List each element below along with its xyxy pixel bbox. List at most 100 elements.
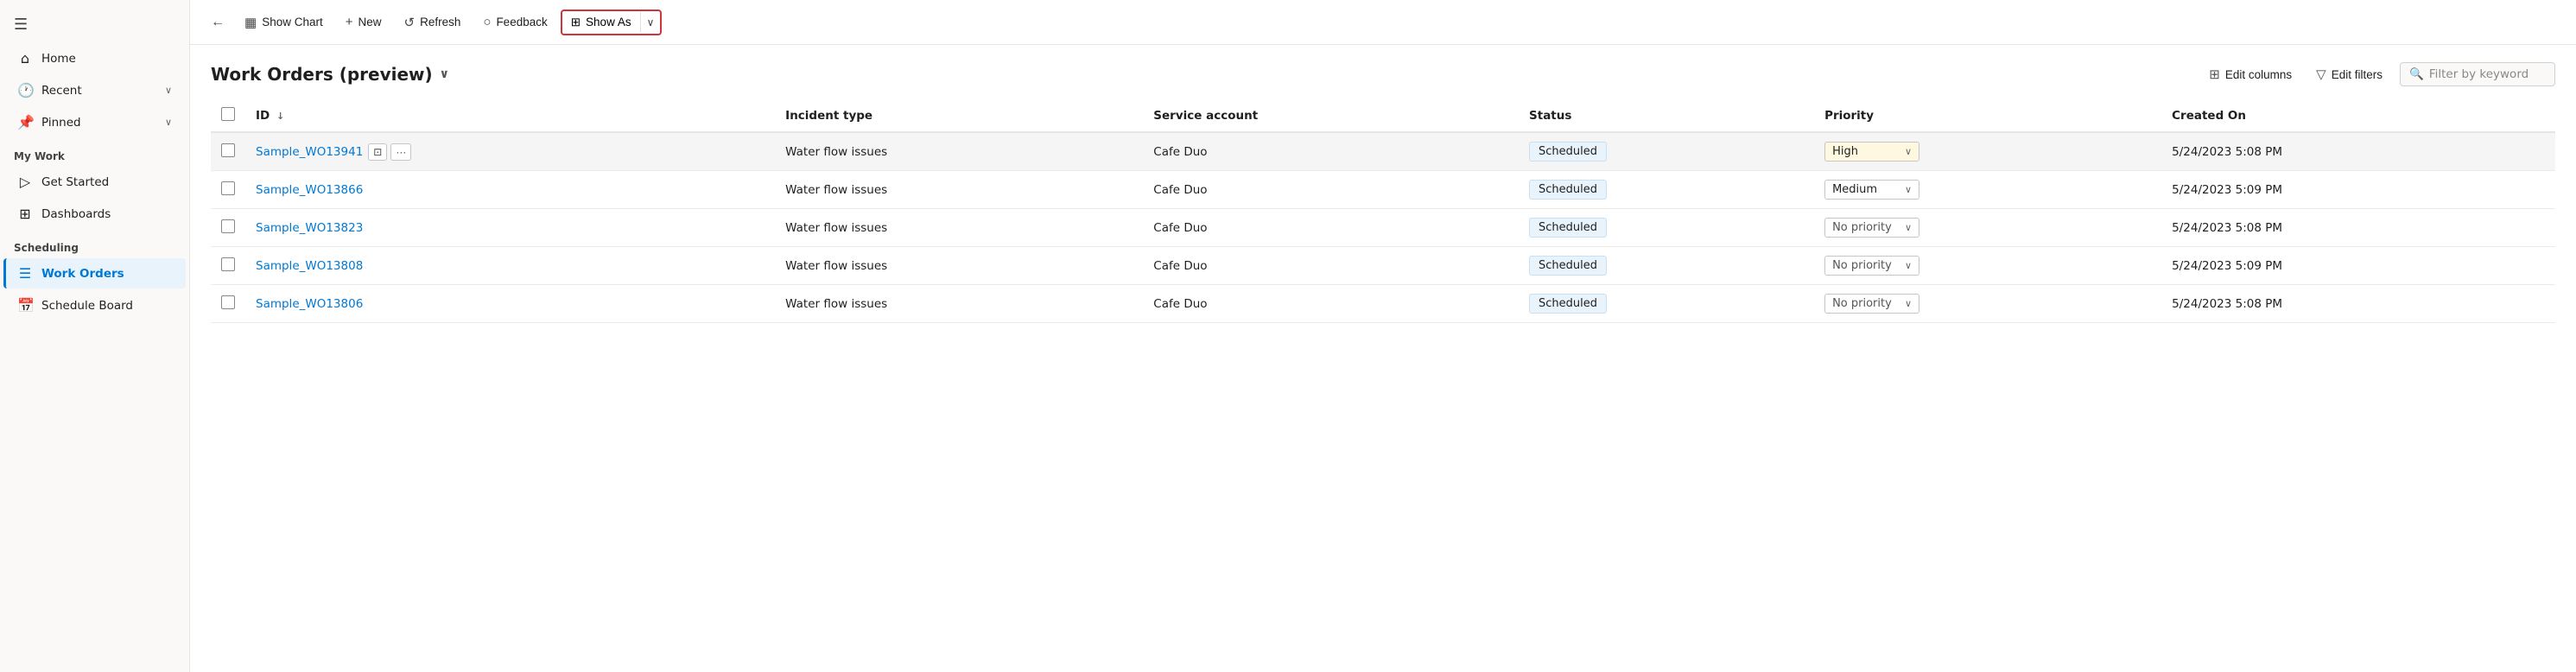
pin-icon: 📌 xyxy=(17,114,33,130)
new-button[interactable]: + New xyxy=(336,10,391,35)
feedback-label: Feedback xyxy=(496,16,547,29)
my-work-section: My Work xyxy=(0,138,189,166)
row-created-on-cell: 5/24/2023 5:09 PM xyxy=(2161,247,2555,285)
col-priority-label: Priority xyxy=(1824,109,1874,123)
row-checkbox-cell xyxy=(211,171,245,209)
show-as-container: ⊞ Show As ∨ xyxy=(561,10,663,35)
sidebar-item-get-started[interactable]: ▷ Get Started xyxy=(3,167,186,197)
id-sort-icon: ↓ xyxy=(276,111,284,122)
row-status-cell: Scheduled xyxy=(1519,132,1814,171)
row-action-icon-btn[interactable]: ⊡ xyxy=(368,143,387,161)
sidebar-item-work-orders-label: Work Orders xyxy=(41,267,172,281)
row-status-cell: Scheduled xyxy=(1519,285,1814,323)
status-badge: Scheduled xyxy=(1529,218,1607,238)
sidebar-item-pinned[interactable]: 📌 Pinned ∨ xyxy=(3,107,186,137)
row-id-cell: Sample_WO13823 xyxy=(245,209,775,247)
col-header-incident-type[interactable]: Incident type xyxy=(775,100,1143,132)
filter-by-keyword-input[interactable]: 🔍 Filter by keyword xyxy=(2400,62,2555,86)
content-title-group: Work Orders (preview) ∨ xyxy=(211,64,449,85)
edit-columns-button[interactable]: ⊞ Edit columns xyxy=(2202,63,2299,86)
col-header-priority[interactable]: Priority xyxy=(1814,100,2161,132)
back-button[interactable]: ← xyxy=(204,11,232,34)
row-priority-cell: No priority∨ xyxy=(1814,285,2161,323)
toolbar: ← ▦ Show Chart + New ↺ Refresh ○ Feedbac… xyxy=(190,0,2576,45)
row-checkbox[interactable] xyxy=(221,219,235,233)
row-incident-type-cell: Water flow issues xyxy=(775,247,1143,285)
edit-filters-icon: ▽ xyxy=(2316,67,2326,82)
sidebar-item-dashboards-label: Dashboards xyxy=(41,207,172,221)
select-all-checkbox[interactable] xyxy=(221,107,235,121)
title-chevron-icon[interactable]: ∨ xyxy=(440,67,449,81)
row-id-link[interactable]: Sample_WO13941 xyxy=(256,145,363,159)
row-service-account-cell: Cafe Duo xyxy=(1143,209,1519,247)
row-checkbox[interactable] xyxy=(221,143,235,157)
row-priority-cell: Medium∨ xyxy=(1814,171,2161,209)
status-badge: Scheduled xyxy=(1529,142,1607,162)
get-started-icon: ▷ xyxy=(17,174,33,190)
col-header-created-on[interactable]: Created On xyxy=(2161,100,2555,132)
scheduling-section: Scheduling xyxy=(0,230,189,257)
row-checkbox[interactable] xyxy=(221,295,235,309)
edit-filters-label: Edit filters xyxy=(2332,68,2382,81)
col-created-on-label: Created On xyxy=(2172,109,2246,123)
priority-chevron-icon: ∨ xyxy=(1905,298,1912,309)
col-incident-type-label: Incident type xyxy=(785,109,872,123)
filter-search-icon: 🔍 xyxy=(2409,67,2424,81)
row-id-link[interactable]: Sample_WO13806 xyxy=(256,297,363,311)
priority-badge[interactable]: No priority ∨ xyxy=(1824,256,1919,276)
col-header-id[interactable]: ID ↓ xyxy=(245,100,775,132)
priority-label: No priority xyxy=(1832,259,1892,272)
row-status-cell: Scheduled xyxy=(1519,171,1814,209)
refresh-icon: ↺ xyxy=(404,15,416,30)
priority-badge[interactable]: No priority∨ xyxy=(1824,218,1919,238)
row-checkbox[interactable] xyxy=(221,257,235,271)
row-service-account-cell: Cafe Duo xyxy=(1143,132,1519,171)
sidebar-item-home[interactable]: ⌂ Home xyxy=(3,43,186,73)
priority-chevron-icon: ∨ xyxy=(1905,260,1912,271)
refresh-button[interactable]: ↺ Refresh xyxy=(395,10,471,35)
priority-chevron-icon: ∨ xyxy=(1905,146,1912,157)
sidebar-item-work-orders[interactable]: ☰ Work Orders xyxy=(3,258,186,288)
schedule-board-icon: 📅 xyxy=(17,297,33,314)
row-service-account-cell: Cafe Duo xyxy=(1143,247,1519,285)
show-as-icon: ⊞ xyxy=(571,16,581,29)
row-created-on-cell: 5/24/2023 5:08 PM xyxy=(2161,132,2555,171)
status-badge: Scheduled xyxy=(1529,294,1607,314)
table-row: Sample_WO13806Water flow issuesCafe DuoS… xyxy=(211,285,2555,323)
show-as-dropdown-icon: ∨ xyxy=(647,16,655,29)
content-header: Work Orders (preview) ∨ ⊞ Edit columns ▽… xyxy=(211,62,2555,86)
row-id-link[interactable]: Sample_WO13823 xyxy=(256,221,363,235)
sidebar-item-dashboards[interactable]: ⊞ Dashboards xyxy=(3,199,186,229)
col-header-service-account[interactable]: Service account xyxy=(1143,100,1519,132)
col-header-status[interactable]: Status xyxy=(1519,100,1814,132)
feedback-button[interactable]: ○ Feedback xyxy=(473,10,556,35)
row-service-account-cell: Cafe Duo xyxy=(1143,171,1519,209)
row-id-cell: Sample_WO13941 ⊡··· xyxy=(245,132,775,171)
table-row: Sample_WO13808Water flow issuesCafe DuoS… xyxy=(211,247,2555,285)
sidebar-item-schedule-board[interactable]: 📅 Schedule Board xyxy=(3,290,186,320)
hamburger-icon[interactable]: ☰ xyxy=(0,7,189,42)
priority-badge[interactable]: No priority∨ xyxy=(1824,294,1919,314)
new-label: New xyxy=(358,16,382,29)
row-id-link[interactable]: Sample_WO13808 xyxy=(256,259,363,273)
edit-columns-icon: ⊞ xyxy=(2209,67,2220,82)
row-checkbox[interactable] xyxy=(221,181,235,195)
show-chart-label: Show Chart xyxy=(262,16,323,29)
row-id-cell: Sample_WO13866 xyxy=(245,171,775,209)
row-priority-cell: High∨ xyxy=(1814,132,2161,171)
row-id-link[interactable]: Sample_WO13866 xyxy=(256,183,363,197)
content-actions: ⊞ Edit columns ▽ Edit filters 🔍 Filter b… xyxy=(2202,62,2555,86)
show-as-dropdown-button[interactable]: ∨ xyxy=(640,12,661,33)
priority-badge[interactable]: High∨ xyxy=(1824,142,1919,162)
show-as-button[interactable]: ⊞ Show As xyxy=(562,11,640,34)
row-action-more-btn[interactable]: ··· xyxy=(390,143,411,161)
main-area: ← ▦ Show Chart + New ↺ Refresh ○ Feedbac… xyxy=(190,0,2576,672)
edit-filters-button[interactable]: ▽ Edit filters xyxy=(2309,63,2389,86)
row-checkbox-cell xyxy=(211,285,245,323)
show-chart-button[interactable]: ▦ Show Chart xyxy=(235,10,333,35)
sidebar-item-home-label: Home xyxy=(41,52,172,66)
priority-badge[interactable]: Medium∨ xyxy=(1824,180,1919,200)
sidebar-item-recent[interactable]: 🕐 Recent ∨ xyxy=(3,75,186,105)
row-actions: ⊡··· xyxy=(368,143,411,161)
row-checkbox-cell xyxy=(211,247,245,285)
